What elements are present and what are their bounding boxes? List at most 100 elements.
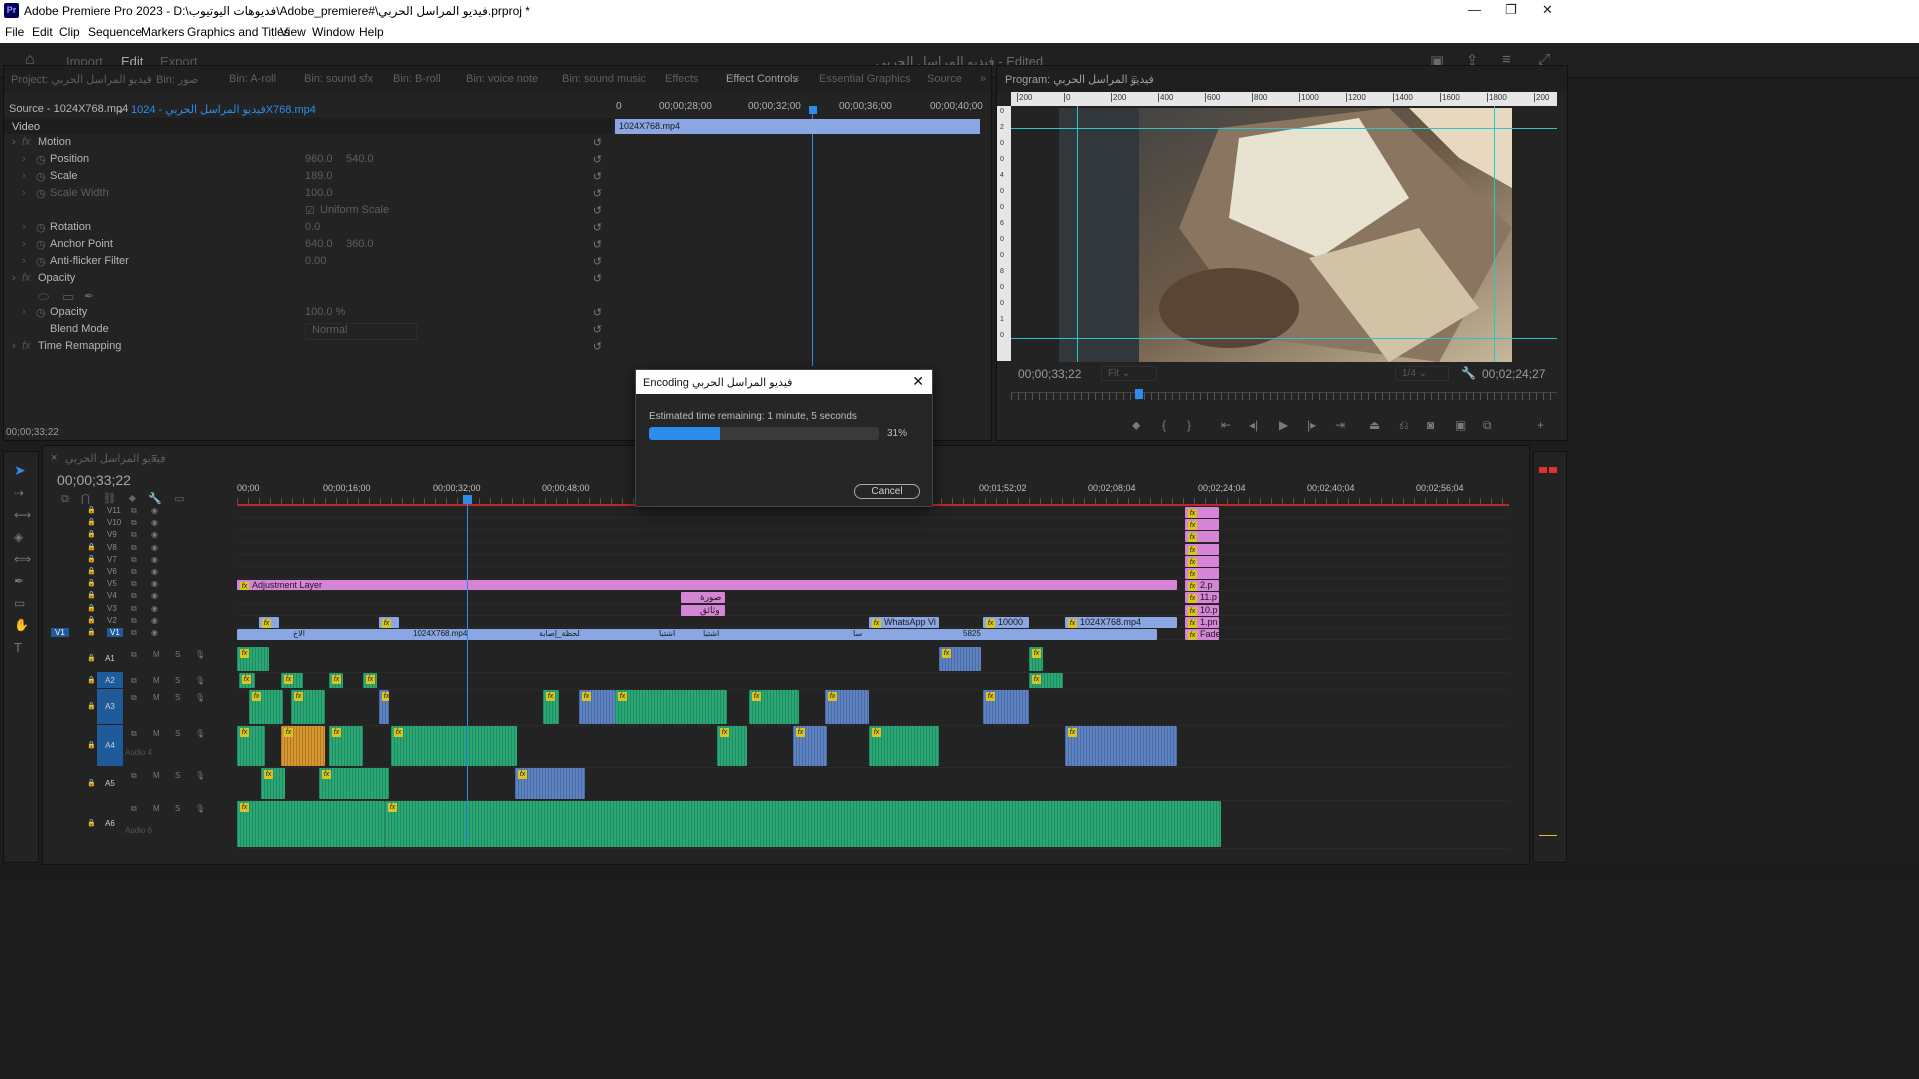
audio-clip[interactable]: fx — [237, 647, 269, 672]
tab-bin-broll[interactable]: Bin: B-roll — [393, 73, 441, 85]
audio-clip[interactable]: fx — [249, 690, 283, 725]
mute-button[interactable]: M — [153, 804, 160, 813]
menu-graphics-titles[interactable]: Graphics and Titles — [187, 25, 290, 39]
image-clip[interactable]: وثائق — [681, 604, 725, 616]
mic-icon[interactable]: 🎙 — [195, 693, 205, 702]
snap-icon[interactable]: ⋂ — [81, 493, 90, 505]
menu-icon[interactable]: ≡ — [1131, 73, 1137, 85]
sync-icon[interactable]: ⧉ — [131, 676, 137, 686]
ripple-edit-icon[interactable]: ⟷ — [14, 508, 31, 522]
expand-chevron-icon[interactable]: › — [22, 238, 26, 255]
video-clip[interactable] — [1035, 629, 1051, 640]
video-clip[interactable]: fx — [259, 616, 279, 628]
lock-icon[interactable]: 🔒 — [87, 579, 96, 587]
menu-file[interactable]: File — [5, 25, 24, 39]
expand-chevron-icon[interactable]: › — [12, 340, 16, 357]
slip-icon[interactable]: ⟺ — [14, 552, 31, 566]
audio-clip[interactable]: fx — [379, 690, 389, 725]
ec-ruler[interactable]: 0 00;00;28;00 00;00;32;00 00;00;36;00 00… — [614, 99, 983, 117]
audio-clip[interactable]: fx — [329, 673, 343, 689]
nest-icon[interactable]: ⧉ — [61, 493, 69, 505]
captions-icon[interactable]: ▭ — [174, 493, 184, 505]
settings-wrench-icon[interactable]: 🔧 — [148, 493, 162, 505]
tab-project[interactable]: Project: فيديو المراسل الحربي — [11, 73, 152, 86]
graphic-clip[interactable]: fx — [1185, 543, 1219, 555]
audio-clip[interactable]: fx — [363, 673, 377, 689]
tab-source[interactable]: Source — [927, 73, 962, 85]
tab-bin-aroll[interactable]: Bin: A-roll — [229, 73, 276, 85]
stopwatch-icon[interactable]: ◷ — [36, 187, 46, 204]
reset-icon[interactable]: ↺ — [593, 221, 602, 234]
reset-icon[interactable]: ↺ — [593, 187, 602, 200]
lock-icon[interactable]: 🔒 — [87, 628, 96, 636]
expand-chevron-icon[interactable]: › — [22, 153, 26, 170]
expand-chevron-icon[interactable]: › — [22, 170, 26, 187]
sync-icon[interactable]: ⧉ — [131, 518, 137, 528]
menu-sequence[interactable]: Sequence — [88, 25, 142, 39]
hand-icon[interactable]: ✋ — [14, 618, 29, 632]
zoom-select[interactable]: Fit ⌄ — [1101, 366, 1157, 381]
reset-icon[interactable]: ↺ — [593, 170, 602, 183]
menu-view[interactable]: View — [280, 25, 306, 39]
graphic-clip[interactable]: fx — [1185, 519, 1219, 531]
graphic-clip[interactable]: fx 2.p — [1185, 580, 1219, 592]
audio-clip[interactable]: fx — [281, 673, 303, 689]
lock-icon[interactable]: 🔒 — [87, 604, 96, 612]
effect-group-label[interactable]: Motion — [38, 136, 71, 153]
property-value-2[interactable]: 360.0 — [346, 238, 374, 255]
go-to-in-icon[interactable]: ⇤ — [1221, 418, 1231, 432]
mic-icon[interactable]: 🎙 — [195, 676, 205, 685]
sync-icon[interactable]: ⧉ — [131, 729, 137, 739]
audio-clip[interactable]: fx — [983, 690, 1029, 725]
sync-icon[interactable]: ⧉ — [131, 555, 137, 565]
stopwatch-icon[interactable]: ◷ — [36, 306, 46, 323]
menu-window[interactable]: Window — [312, 25, 355, 39]
sync-icon[interactable]: ⧉ — [131, 628, 137, 638]
eye-icon[interactable]: ◉ — [151, 616, 158, 625]
close-tab-icon[interactable]: × — [51, 452, 57, 464]
overflow-icon[interactable]: » — [980, 73, 986, 85]
fade-clip[interactable]: fx Fade — [1185, 629, 1219, 640]
razor-icon[interactable]: ◈ — [14, 530, 23, 544]
program-playhead[interactable] — [1135, 389, 1143, 399]
timeline-playhead-handle[interactable] — [463, 495, 472, 504]
source-patch-v1[interactable]: V1 — [51, 628, 69, 637]
audio-clip[interactable]: fx — [281, 726, 325, 767]
mute-button[interactable]: M — [153, 771, 160, 780]
lock-icon[interactable]: 🔒 — [87, 543, 96, 551]
graphic-clip[interactable]: fx 1.pn — [1185, 616, 1219, 628]
reset-icon[interactable]: ↺ — [593, 153, 602, 166]
audio-clip[interactable]: fx — [749, 690, 799, 725]
stopwatch-icon[interactable]: ◷ — [36, 153, 46, 170]
tab-bin-sfx[interactable]: Bin: sound sfx — [304, 73, 373, 85]
property-value-2[interactable]: 540.0 — [346, 153, 374, 170]
sync-icon[interactable]: ⧉ — [131, 579, 137, 589]
sync-icon[interactable]: ⧉ — [131, 591, 137, 601]
video-clip[interactable]: fx 10000 — [983, 616, 1029, 628]
lock-icon[interactable]: 🔒 — [87, 555, 96, 563]
eye-icon[interactable]: ◉ — [151, 567, 158, 576]
sync-icon[interactable]: ⧉ — [131, 506, 137, 516]
safe-margins-icon[interactable]: ⧉ — [1483, 418, 1492, 433]
play-icon[interactable]: ▶ — [1279, 418, 1288, 432]
v1-track-clips[interactable] — [237, 629, 1157, 640]
marker-icon[interactable]: ⬥ — [129, 493, 136, 505]
expand-chevron-icon[interactable]: › — [12, 136, 16, 153]
cancel-button[interactable]: Cancel — [854, 484, 920, 499]
mute-button[interactable]: M — [153, 693, 160, 702]
audio-clip[interactable]: fx — [385, 801, 1221, 848]
step-forward-icon[interactable]: |▸ — [1307, 418, 1316, 432]
program-scrubber[interactable] — [1011, 392, 1557, 400]
sync-icon[interactable]: ⧉ — [131, 530, 137, 540]
close-icon[interactable]: ✕ — [1542, 2, 1553, 18]
eye-icon[interactable]: ◉ — [151, 506, 158, 515]
eye-icon[interactable]: ◉ — [151, 591, 158, 600]
lock-icon[interactable]: 🔒 — [87, 819, 96, 827]
solo-button[interactable]: S — [175, 804, 180, 813]
mark-out-icon[interactable]: } — [1187, 418, 1191, 432]
menu-icon[interactable]: ≡ — [793, 73, 799, 85]
tab-bin-images[interactable]: Bin: صور — [156, 73, 198, 86]
rectangle-mask-icon[interactable]: ▭ — [62, 289, 74, 306]
property-value[interactable]: 100.0 % — [305, 306, 345, 323]
solo-button[interactable]: S — [175, 771, 180, 780]
